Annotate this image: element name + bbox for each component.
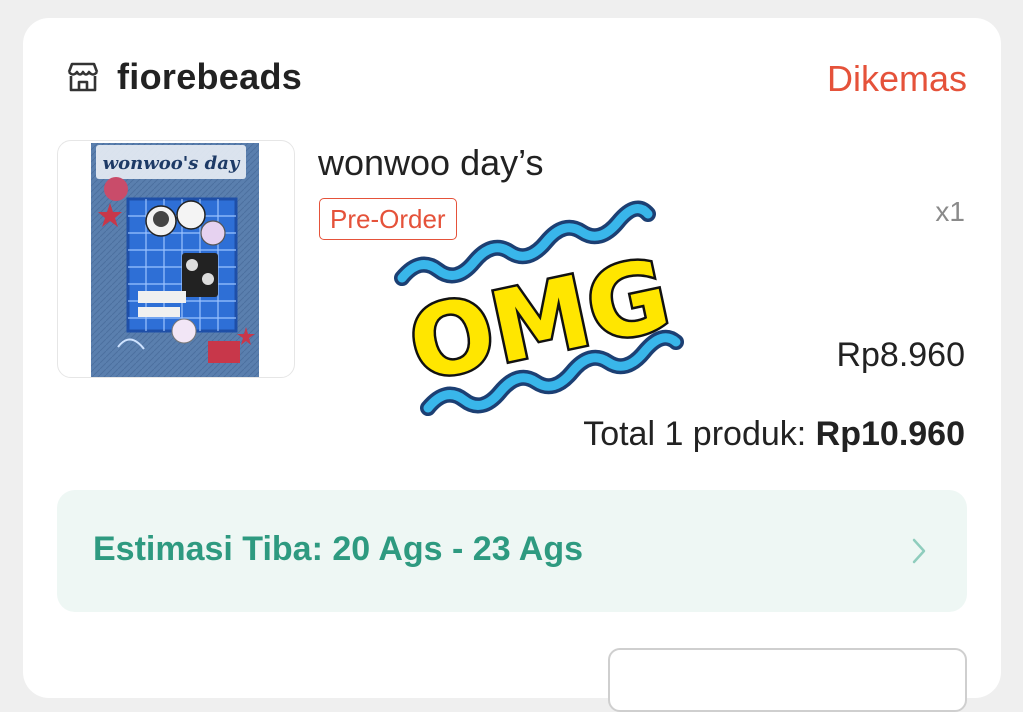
- product-quantity: x1: [935, 196, 965, 227]
- shop-header[interactable]: fiorebeads: [63, 56, 302, 98]
- shop-name[interactable]: fiorebeads: [117, 56, 302, 98]
- product-thumbnail[interactable]: wonwoo's day: [57, 140, 295, 378]
- store-icon: [67, 62, 99, 92]
- product-image: wonwoo's day: [91, 143, 259, 377]
- product-name[interactable]: wonwoo day’s: [318, 142, 543, 184]
- product-price: Rp8.960: [836, 336, 965, 374]
- order-action-button[interactable]: [608, 648, 967, 712]
- delivery-estimate-row[interactable]: Estimasi Tiba: 20 Ags - 23 Ags: [57, 490, 967, 612]
- delivery-estimate-text: Estimasi Tiba: 20 Ags - 23 Ags: [93, 530, 584, 568]
- thumbnail-title: wonwoo's day: [103, 153, 241, 174]
- omg-sticker: OMG: [394, 200, 684, 416]
- order-status: Dikemas: [826, 58, 967, 99]
- chevron-right-icon: [912, 538, 926, 564]
- total-amount: Rp10.960: [815, 415, 965, 453]
